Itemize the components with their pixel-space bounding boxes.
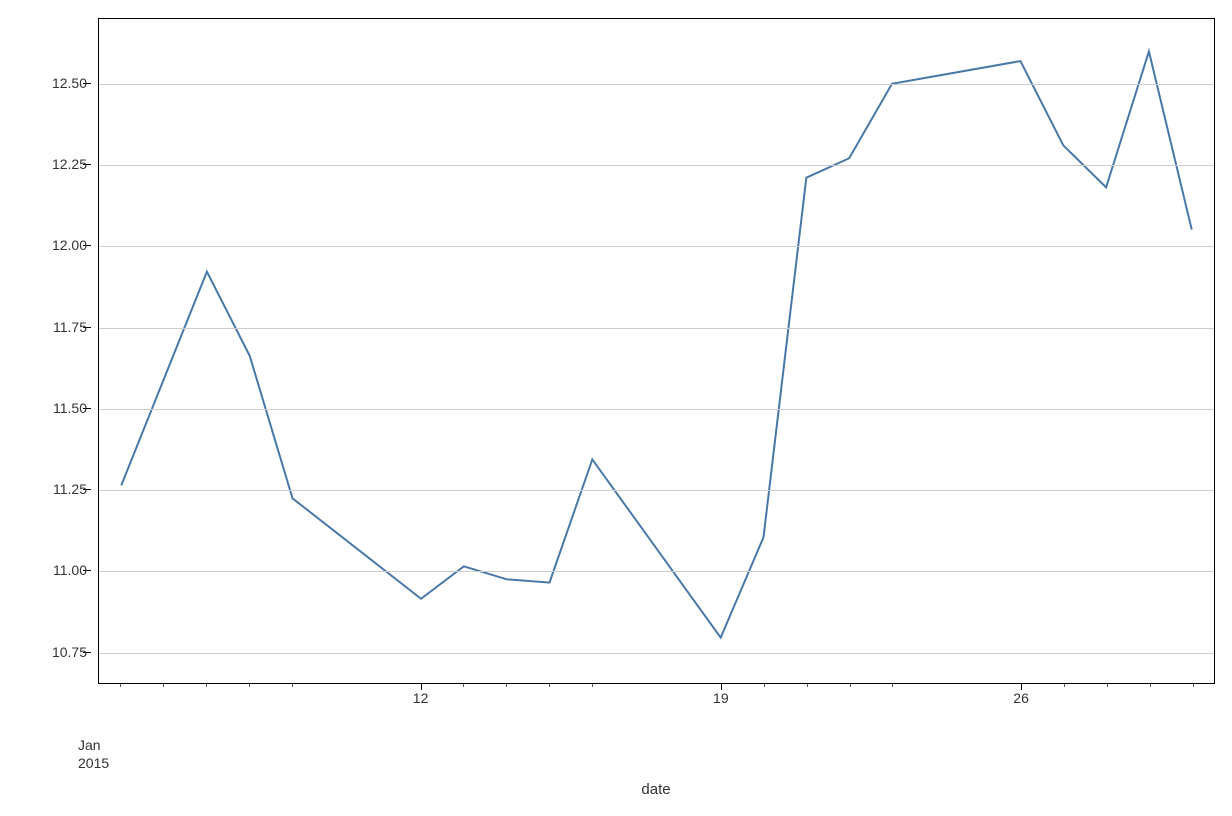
x-tick-minor: [506, 684, 507, 687]
x-tick-minor: [592, 684, 593, 687]
x-tick-minor: [549, 684, 550, 687]
gridline: [99, 571, 1214, 572]
chart-container: Jan 2015 date 10.7511.0011.2511.5011.751…: [98, 18, 1215, 684]
x-tick-minor: [1064, 684, 1065, 687]
plot-area: [98, 18, 1215, 684]
x-tick-minor: [463, 684, 464, 687]
x-axis-offset-label: Jan 2015: [78, 736, 109, 772]
x-tick-minor: [850, 684, 851, 687]
x-tick-minor: [1150, 684, 1151, 687]
y-tick-label: 11.25: [53, 481, 87, 497]
y-tick-label: 10.75: [52, 644, 87, 660]
x-tick-minor: [1107, 684, 1108, 687]
gridline: [99, 490, 1214, 491]
y-tick-label: 12.00: [52, 237, 87, 253]
x-tick-label: 26: [1013, 690, 1029, 706]
y-tick-label: 12.50: [52, 75, 87, 91]
gridline: [99, 84, 1214, 85]
x-tick-minor: [120, 684, 121, 687]
x-tick-minor: [292, 684, 293, 687]
x-tick-label: 12: [413, 690, 429, 706]
x-tick-minor: [163, 684, 164, 687]
gridline: [99, 165, 1214, 166]
y-tick-label: 11.75: [53, 319, 87, 335]
x-tick-minor: [807, 684, 808, 687]
x-tick-label: 19: [713, 690, 729, 706]
x-tick-minor: [764, 684, 765, 687]
x-tick-minor: [1193, 684, 1194, 687]
gridline: [99, 653, 1214, 654]
x-tick-minor: [892, 684, 893, 687]
line-chart-svg: [99, 19, 1214, 683]
y-tick-label: 11.00: [53, 562, 87, 578]
x-tick-minor: [249, 684, 250, 687]
gridline: [99, 409, 1214, 410]
gridline: [99, 246, 1214, 247]
gridline: [99, 328, 1214, 329]
x-tick-minor: [206, 684, 207, 687]
y-tick-label: 11.50: [53, 400, 87, 416]
y-tick-label: 12.25: [52, 156, 87, 172]
data-line: [121, 51, 1191, 637]
x-axis-label: date: [641, 781, 670, 798]
